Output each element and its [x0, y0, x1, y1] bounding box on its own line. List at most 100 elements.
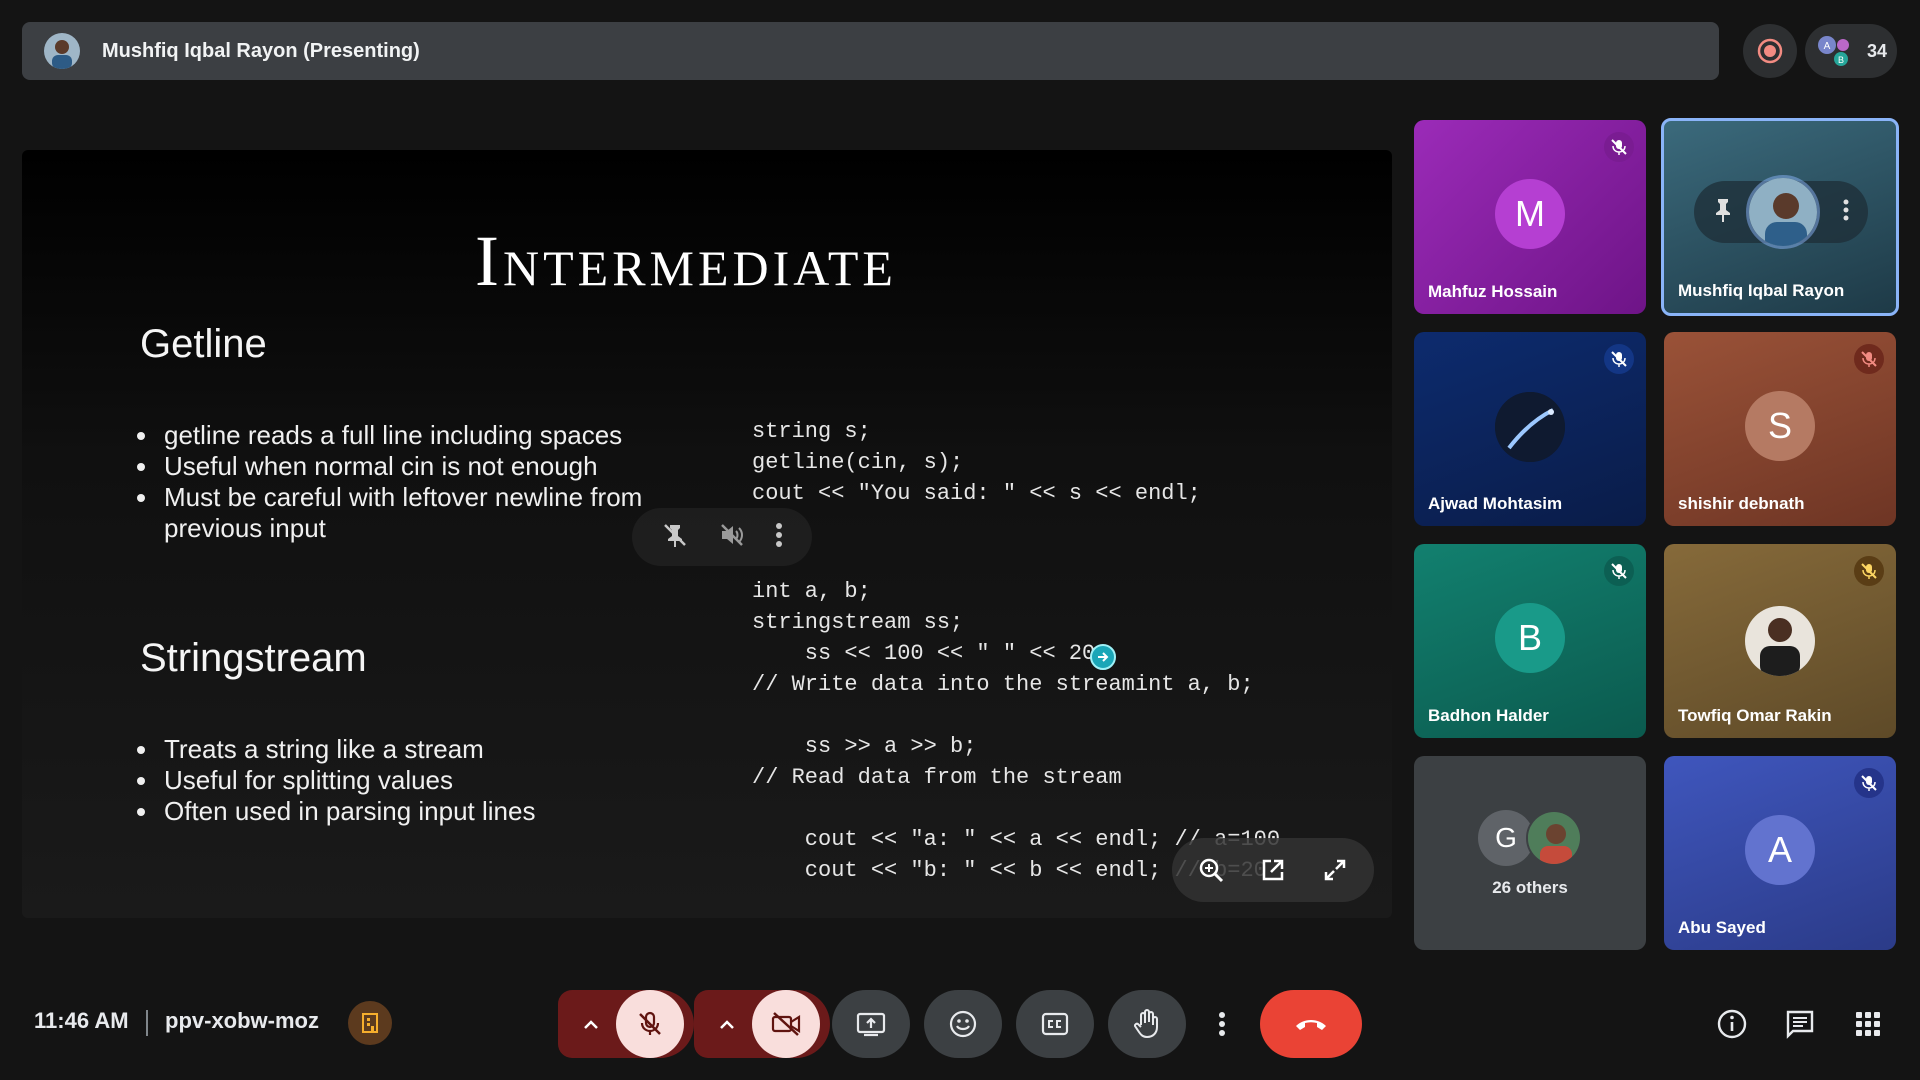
slide-title: Intermediate: [475, 221, 897, 301]
mic-off-icon: [639, 1011, 661, 1035]
chevron-up-icon: [584, 1020, 598, 1029]
microphone-toggle-button[interactable]: [616, 990, 684, 1058]
more-vert-icon: [776, 522, 783, 547]
presenter-title: Mushfiq Iqbal Rayon (Presenting): [102, 39, 420, 62]
participant-tile[interactable]: S shishir debnath: [1664, 332, 1896, 526]
list-item: Treats a string like a stream: [160, 734, 535, 765]
raise-hand-button[interactable]: [1108, 990, 1186, 1058]
reactions-button[interactable]: [924, 990, 1002, 1058]
camera-toggle-button[interactable]: [752, 990, 820, 1058]
video-options-button[interactable]: [698, 990, 756, 1058]
participant-name: Ajwad Mohtasim: [1428, 494, 1563, 513]
participant-tile[interactable]: A Abu Sayed: [1664, 756, 1896, 950]
meeting-details-button[interactable]: [1710, 1002, 1754, 1046]
list-item: Useful when normal cin is not enough: [160, 451, 642, 482]
avatar: S: [1745, 391, 1815, 461]
closed-caption-icon: [1041, 1012, 1069, 1036]
present-screen-button[interactable]: [832, 990, 910, 1058]
activities-button[interactable]: [1846, 1002, 1890, 1046]
section-heading-getline: Getline: [140, 322, 267, 366]
mic-off-icon: [1854, 556, 1884, 586]
pin-icon: [1716, 198, 1730, 222]
zoom-in-icon: [1199, 858, 1224, 883]
avatar: [1495, 392, 1565, 462]
participant-name: Towfiq Omar Rakin: [1678, 706, 1832, 725]
info-icon: [1717, 1009, 1747, 1039]
present-to-all-icon: [856, 1012, 886, 1037]
list-item: Must be careful with leftover newline fr…: [160, 482, 642, 513]
building-icon: [362, 1013, 378, 1033]
participant-name: shishir debnath: [1678, 494, 1805, 513]
more-options-button[interactable]: [1200, 990, 1244, 1058]
volume-off-icon: [721, 523, 743, 546]
open-in-new-icon: [1262, 859, 1284, 881]
clock: 11:46 AM: [34, 1008, 129, 1033]
avatar: M: [1495, 179, 1565, 249]
section-heading-stringstream: Stringstream: [140, 636, 367, 680]
getline-code: string s; getline(cin, s); cout << "You …: [752, 419, 1201, 506]
mic-off-icon: [1604, 556, 1634, 586]
avatar: A: [1745, 815, 1815, 885]
participant-tile[interactable]: Towfiq Omar Rakin: [1664, 544, 1896, 738]
more-options-button[interactable]: [775, 522, 783, 553]
participant-name: Abu Sayed: [1678, 918, 1766, 937]
presenter-avatar: [44, 33, 80, 69]
mic-off-icon: [1604, 344, 1634, 374]
participant-tile[interactable]: M Mahfuz Hossain: [1414, 120, 1646, 314]
pointer-cursor-icon: [1090, 644, 1116, 670]
participant-tile[interactable]: B Badhon Halder: [1414, 544, 1646, 738]
avatar: [1745, 606, 1815, 676]
leave-call-button[interactable]: [1260, 990, 1362, 1058]
mic-off-icon: [1854, 344, 1884, 374]
participant-tile[interactable]: Ajwad Mohtasim: [1414, 332, 1646, 526]
host-controls-button[interactable]: [348, 1001, 392, 1045]
hand-icon: [1134, 1009, 1158, 1039]
unpin-icon: [663, 523, 686, 547]
captions-button[interactable]: [1016, 990, 1094, 1058]
emoji-icon: [949, 1010, 977, 1038]
more-vert-icon: [1843, 199, 1849, 220]
apps-grid-icon: [1856, 1012, 1880, 1036]
svg-text:A: A: [1824, 41, 1831, 52]
avatar: [1746, 175, 1820, 249]
record-icon: [1757, 38, 1783, 64]
list-item: previous input: [164, 513, 326, 543]
mute-presentation-audio-button[interactable]: [718, 521, 746, 554]
audio-options-button[interactable]: [562, 990, 620, 1058]
others-count-label: 26 others: [1492, 878, 1568, 897]
list-item: Useful for splitting values: [160, 765, 535, 796]
call-end-icon: [1296, 1020, 1326, 1030]
others-tile[interactable]: G 26 others: [1414, 756, 1646, 950]
meeting-code: ppv-xobw-moz: [165, 1008, 319, 1033]
pin-button[interactable]: [1712, 197, 1734, 228]
avatar: [1526, 810, 1582, 866]
participant-name: Badhon Halder: [1428, 706, 1549, 725]
pop-out-button[interactable]: [1247, 844, 1299, 896]
getline-bullets: getline reads a full line including spac…: [160, 420, 642, 544]
svg-text:B: B: [1838, 55, 1844, 65]
fullscreen-button[interactable]: [1309, 844, 1361, 896]
avatar: B: [1495, 603, 1565, 673]
participant-tile-active[interactable]: Mushfiq Iqbal Rayon: [1661, 118, 1899, 316]
stringstream-bullets: Treats a string like a stream Useful for…: [160, 734, 535, 827]
presentation-view-controls: [1172, 838, 1374, 902]
more-options-button[interactable]: [1842, 198, 1850, 227]
participants-button[interactable]: A B 34: [1805, 24, 1897, 78]
participant-count: 34: [1867, 40, 1888, 61]
recording-indicator-button[interactable]: [1743, 24, 1797, 78]
divider: [146, 1010, 148, 1036]
presentation-hover-controls: [632, 508, 812, 566]
mic-off-icon: [1854, 768, 1884, 798]
participant-name: Mahfuz Hossain: [1428, 282, 1558, 301]
participant-avatars-icon: A B: [1818, 36, 1849, 66]
chat-button[interactable]: [1778, 1002, 1822, 1046]
chat-icon: [1786, 1010, 1814, 1039]
chevron-up-icon: [720, 1020, 734, 1029]
presentation-stage: Intermediate Getline getline reads a ful…: [22, 150, 1392, 918]
list-item: getline reads a full line including spac…: [160, 420, 642, 451]
unpin-button[interactable]: [661, 521, 689, 554]
mic-off-icon: [1604, 132, 1634, 162]
zoom-button[interactable]: [1185, 844, 1237, 896]
list-item: Often used in parsing input lines: [160, 796, 535, 827]
more-vert-icon: [1219, 1012, 1225, 1036]
